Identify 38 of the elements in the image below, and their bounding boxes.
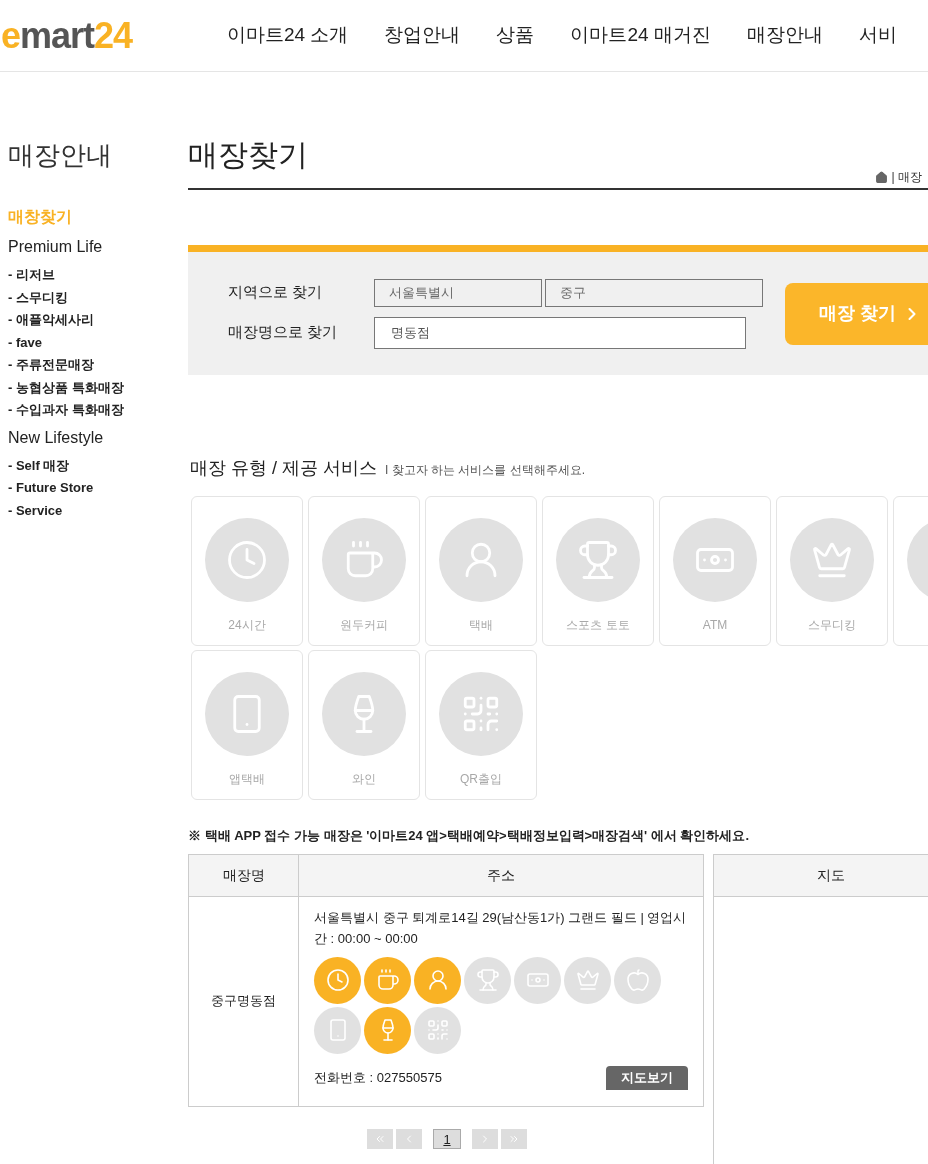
district-select[interactable]: 중구 — [545, 278, 763, 307]
sidebar-item[interactable]: New Lifestyle — [8, 425, 188, 450]
nav-link[interactable]: 서비 — [858, 21, 897, 50]
nav-link[interactable]: 매장안내 — [746, 21, 823, 50]
breadcrumb: | 매장 — [891, 169, 922, 186]
address: 서울특별시 중구 퇴계로14길 29(남산동1가) 그랜드 필드 | 영업시간 : 00:00 ~ 00:00 — [314, 908, 688, 948]
field-label: 매장명으로 찾기 — [228, 322, 339, 343]
sidebar-title: 매장안내 — [8, 139, 113, 172]
sidebar-subitem[interactable]: - 주류전문매장 — [8, 355, 188, 375]
nav-link[interactable]: 창업안내 — [384, 21, 461, 50]
column-header: 매장명 — [188, 854, 299, 896]
page-button[interactable]: 1 — [433, 1128, 461, 1149]
logo[interactable]: emart24 — [1, 17, 191, 54]
sidebar-subitem[interactable]: - 농협상품 특화매장 — [8, 377, 188, 397]
sidebar-subitem[interactable]: - 애플악세사리 — [8, 310, 188, 330]
nav-link[interactable]: 이마트24 소개 — [227, 21, 349, 50]
section-hint: I 찾고자 하는 서비스를 선택해주세요. — [385, 462, 586, 479]
sidebar-subitem[interactable]: - 수입과자 특화매장 — [8, 400, 188, 420]
page-title: 매장찾기 — [188, 140, 308, 170]
column-header: 주소 — [298, 854, 704, 896]
notice: ※ 택배 APP 접수 가능 매장은 '이마트24 앱>택배예약>택배정보입력>매장검색' 에서 확인하세요. — [188, 827, 751, 845]
sidebar-subitem[interactable]: - Future Store — [8, 478, 188, 498]
column-header: 지도 — [714, 854, 928, 897]
sidebar-subitem[interactable]: - fave — [8, 332, 188, 352]
sidebar-subitem[interactable]: - 리저브 — [8, 265, 188, 285]
store-name-field[interactable]: 명동점 — [374, 316, 746, 349]
section-title: 매장 유형 / 제공 서비스 — [190, 457, 377, 480]
sidebar-item[interactable]: Premium Life — [8, 235, 188, 259]
nav-link[interactable]: 상품 — [496, 21, 535, 50]
sidebar-subitem[interactable]: - Self 매장 — [8, 455, 188, 475]
table-cell: 중구명동점 — [188, 896, 299, 1106]
city-select[interactable]: 서울특별시 — [374, 278, 542, 307]
sidebar-subitem[interactable]: - Service — [8, 500, 188, 520]
field-label: 지역으로 찾기 — [228, 282, 324, 303]
phone-number: 전화번호 : 027550575 — [314, 1068, 442, 1087]
map-view-button[interactable]: 지도보기 — [606, 1065, 688, 1090]
nav-link[interactable]: 이마트24 매거진 — [570, 21, 711, 50]
sidebar-subitem[interactable]: - 스무디킹 — [8, 287, 188, 307]
